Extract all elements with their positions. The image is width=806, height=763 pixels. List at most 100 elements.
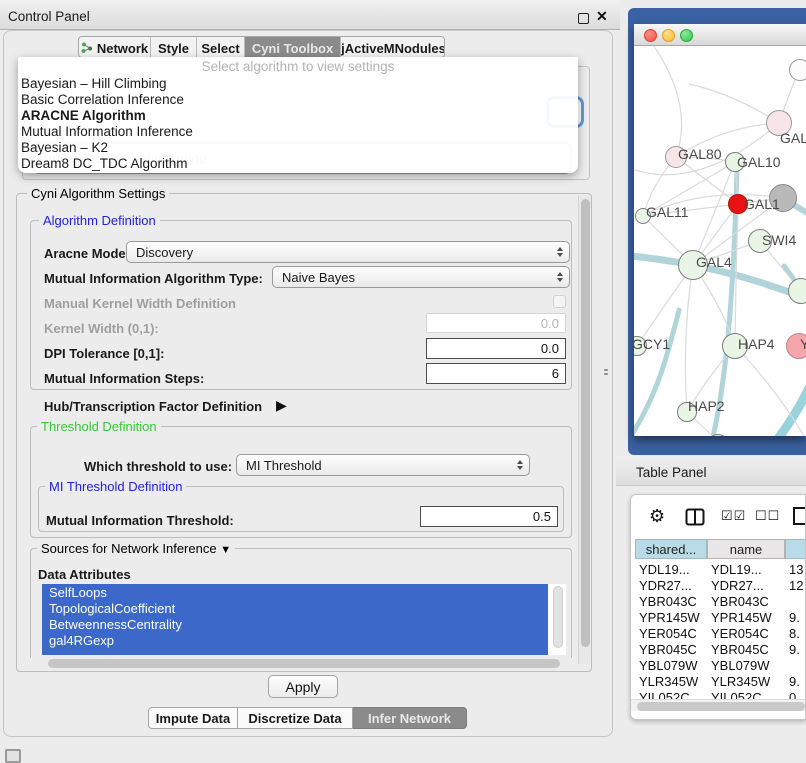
node-label: Y: [800, 336, 806, 352]
kernel-width-label: Kernel Width (0,1):: [44, 321, 159, 336]
table-panel-title: Table Panel: [636, 465, 707, 480]
algorithm-dropdown: Select algorithm to view settings Bayesi…: [18, 57, 578, 173]
splitter-handle[interactable]: [603, 367, 609, 377]
node-label: HAP2: [688, 398, 725, 414]
hide-columns-icon[interactable]: ☐☐: [755, 508, 780, 524]
tab-network[interactable]: Network: [79, 37, 151, 58]
manual-kernel-label: Manual Kernel Width Definition: [44, 296, 236, 311]
table-function-icon[interactable]: [787, 506, 806, 526]
node-label: GAL80: [678, 146, 722, 162]
minimized-panel-icon[interactable]: [5, 749, 21, 763]
minimize-traffic-icon[interactable]: [662, 29, 675, 42]
algorithm-definition-title: Algorithm Definition: [39, 213, 160, 228]
which-threshold-label: Which threshold to use:: [84, 459, 232, 474]
list-vscrollbar[interactable]: [550, 584, 566, 655]
node-label: GAL: [780, 130, 806, 146]
list-item[interactable]: gal4RGexp: [49, 633, 114, 648]
collapse-arrow-icon[interactable]: ▼: [220, 544, 231, 556]
column-header-name[interactable]: name: [707, 539, 785, 559]
table-rows: YDL19...YDL19...13 YDR27...YDR27...12 YB…: [631, 561, 806, 699]
table-hscrollbar[interactable]: [631, 699, 806, 711]
manual-kernel-checkbox[interactable]: [553, 295, 566, 308]
attributes-list[interactable]: SelfLoops TopologicalCoefficient Between…: [42, 584, 566, 655]
mi-steps-field[interactable]: 6: [426, 363, 566, 384]
node-label: GAL10: [737, 154, 781, 170]
cyni-settings-title: Cyni Algorithm Settings: [27, 186, 169, 201]
list-item[interactable]: TopologicalCoefficient: [49, 601, 175, 616]
dropdown-item[interactable]: Bayesian – Hill Climbing: [21, 76, 167, 91]
control-panel-titlebar[interactable]: [0, 0, 620, 30]
aracne-mode-label: Aracne Mode:: [44, 246, 130, 261]
network-canvas[interactable]: GAL GAL80 GAL10 GAL1 GAL11 SWI4 GAL4 GCY…: [634, 46, 806, 436]
application-window: Control Panel ✕ Network Style Select Cyn…: [0, 0, 806, 762]
column-header-partial[interactable]: [785, 539, 806, 559]
node-label: GAL11: [646, 204, 689, 220]
tab-jactivemnodules[interactable]: jActiveMNodules: [341, 37, 445, 58]
expand-arrow-icon[interactable]: ▶: [276, 397, 287, 414]
tab-select[interactable]: Select: [197, 37, 245, 58]
tab-infer-network[interactable]: Infer Network: [353, 707, 467, 729]
apply-button[interactable]: Apply: [268, 675, 338, 698]
mi-threshold-title: MI Threshold Definition: [45, 479, 186, 494]
aracne-mode-combo[interactable]: Discovery: [126, 241, 570, 263]
node-label: GAL1: [744, 196, 780, 212]
threshold-title: Threshold Definition: [37, 419, 161, 434]
column-header-shared[interactable]: shared...: [635, 539, 707, 559]
network-window-titlebar[interactable]: [634, 24, 806, 46]
column-view-icon[interactable]: [685, 508, 705, 526]
network-node[interactable]: [789, 59, 806, 81]
control-panel: Control Panel ✕ Network Style Select Cyn…: [0, 0, 620, 762]
list-vscrollbar-thumb[interactable]: [553, 586, 563, 648]
node-label: GCY1: [634, 336, 670, 352]
hub-expander-label[interactable]: Hub/Transcription Factor Definition: [44, 399, 262, 414]
zoom-traffic-icon[interactable]: [680, 29, 693, 42]
close-icon[interactable]: ✕: [596, 8, 608, 25]
tab-impute-data[interactable]: Impute Data: [148, 707, 238, 729]
sources-title[interactable]: Sources for Network Inference ▼: [37, 541, 235, 556]
close-traffic-icon[interactable]: [644, 29, 657, 42]
dropdown-item[interactable]: Basic Correlation Inference: [21, 92, 184, 107]
node-label: SWI4: [762, 232, 796, 248]
tab-cyni-toolbox[interactable]: Cyni Toolbox: [245, 37, 341, 58]
node-label: HAP4: [738, 336, 775, 352]
table-hscrollbar-thumb[interactable]: [637, 702, 805, 711]
gear-icon[interactable]: ⚙: [649, 506, 665, 527]
network-frame: GAL GAL80 GAL10 GAL1 GAL11 SWI4 GAL4 GCY…: [628, 8, 806, 455]
cytopanel-tabs: Network Style Select Cyni Toolbox jActiv…: [78, 36, 445, 58]
mi-type-combo[interactable]: Naive Bayes: [272, 266, 570, 288]
kernel-width-field[interactable]: 0.0: [426, 313, 566, 333]
node-label: GAL4: [696, 254, 732, 270]
settings-vscrollbar-thumb[interactable]: [581, 199, 590, 647]
stepper-icon[interactable]: [557, 247, 563, 257]
list-item[interactable]: SelfLoops: [49, 585, 107, 600]
settings-hscrollbar[interactable]: [48, 659, 560, 668]
settings-vscrollbar[interactable]: [578, 196, 591, 664]
tab-network-label: Network: [97, 41, 148, 56]
tab-style[interactable]: Style: [151, 37, 197, 58]
mi-threshold-field[interactable]: 0.5: [420, 506, 558, 527]
show-columns-icon[interactable]: ☑☑: [721, 508, 746, 524]
mi-threshold-label: Mutual Information Threshold:: [46, 513, 234, 528]
dropdown-prompt: Select algorithm to view settings: [18, 59, 578, 74]
dropdown-item[interactable]: Mutual Information Inference: [21, 124, 193, 139]
which-threshold-combo[interactable]: MI Threshold: [236, 454, 530, 476]
dropdown-item-selected[interactable]: ARACNE Algorithm: [21, 108, 146, 123]
dropdown-item[interactable]: Bayesian – K2: [21, 140, 108, 155]
dropdown-item[interactable]: Dream8 DC_TDC Algorithm: [21, 156, 188, 171]
table-window: ⚙ ☑☑ ☐☐ shared... name YDL19...YDL19...1…: [630, 494, 806, 720]
bottom-tabs: Impute Data Discretize Data Infer Networ…: [148, 707, 467, 729]
dpi-tolerance-label: DPI Tolerance [0,1]:: [44, 346, 164, 361]
list-item[interactable]: BetweennessCentrality: [49, 617, 182, 632]
dpi-tolerance-field[interactable]: 0.0: [426, 338, 566, 359]
table-toolbar: ⚙ ☑☑ ☐☐: [631, 495, 806, 537]
mi-steps-label: Mutual Information Steps:: [44, 371, 204, 386]
float-icon[interactable]: [578, 13, 589, 24]
mi-type-label: Mutual Information Algorithm Type:: [44, 271, 263, 286]
network-window[interactable]: GAL GAL80 GAL10 GAL1 GAL11 SWI4 GAL4 GCY…: [634, 24, 806, 436]
network-icon: [81, 42, 93, 54]
stepper-icon[interactable]: [517, 460, 523, 470]
control-panel-title: Control Panel: [8, 9, 90, 24]
stepper-icon[interactable]: [557, 272, 563, 282]
tab-discretize-data[interactable]: Discretize Data: [238, 707, 353, 729]
data-attributes-label: Data Attributes: [38, 567, 131, 582]
